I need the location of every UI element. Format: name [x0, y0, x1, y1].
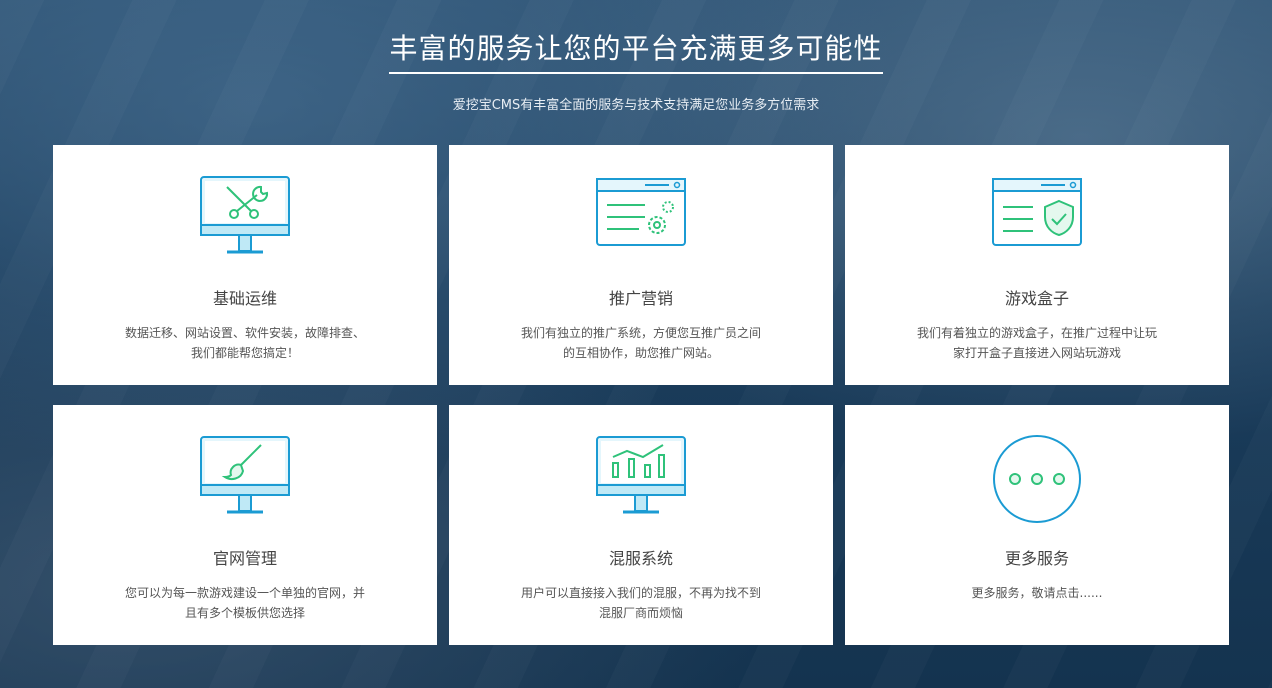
monitor-chart-icon — [591, 435, 691, 525]
service-card-more[interactable]: 更多服务 更多服务，敬请点击...... — [845, 405, 1229, 645]
service-card-ops[interactable]: 基础运维 数据迁移、网站设置、软件安装，故障排查、我们都能帮您搞定！ — [53, 145, 437, 385]
card-title: 混服系统 — [608, 549, 673, 568]
browser-shield-icon — [987, 175, 1087, 265]
card-title: 基础运维 — [212, 289, 277, 308]
section-header: 丰富的服务让您的平台充满更多可能性 爱挖宝CMS有丰富全面的服务与技术支持满足您… — [0, 0, 1272, 113]
service-card-website[interactable]: 官网管理 您可以为每一款游戏建设一个单独的官网，并且有多个模板供您选择 — [53, 405, 437, 645]
service-card-marketing[interactable]: 推广营销 我们有独立的推广系统，方便您互推广员之间的互相协作，助您推广网站。 — [449, 145, 833, 385]
section-subtitle: 爱挖宝CMS有丰富全面的服务与技术支持满足您业务多方位需求 — [452, 98, 820, 113]
card-description: 更多服务，敬请点击...... — [971, 586, 1103, 600]
card-description: 用户可以直接接入我们的混服，不再为找不到混服厂商而烦恼 — [520, 586, 761, 620]
services-grid: 基础运维 数据迁移、网站设置、软件安装，故障排查、我们都能帮您搞定！ 推广营销 … — [53, 145, 1229, 645]
more-dots-icon — [987, 435, 1087, 525]
card-title: 推广营销 — [608, 289, 673, 308]
service-card-gamebox[interactable]: 游戏盒子 我们有着独立的游戏盒子，在推广过程中让玩家打开盒子直接进入网站玩游戏 — [845, 145, 1229, 385]
card-description: 数据迁移、网站设置、软件安装，故障排查、我们都能帮您搞定！ — [124, 326, 365, 360]
service-card-mixed[interactable]: 混服系统 用户可以直接接入我们的混服，不再为找不到混服厂商而烦恼 — [449, 405, 833, 645]
card-description: 我们有独立的推广系统，方便您互推广员之间的互相协作，助您推广网站。 — [520, 326, 761, 360]
card-title: 更多服务 — [1004, 549, 1069, 568]
monitor-brush-icon — [195, 435, 295, 525]
card-title: 官网管理 — [212, 549, 277, 568]
monitor-tools-icon — [195, 175, 295, 265]
browser-gears-icon — [591, 175, 691, 265]
card-description: 您可以为每一款游戏建设一个单独的官网，并且有多个模板供您选择 — [124, 586, 365, 620]
card-title: 游戏盒子 — [1004, 289, 1069, 308]
card-description: 我们有着独立的游戏盒子，在推广过程中让玩家打开盒子直接进入网站玩游戏 — [916, 326, 1157, 360]
section-title: 丰富的服务让您的平台充满更多可能性 — [389, 32, 883, 74]
